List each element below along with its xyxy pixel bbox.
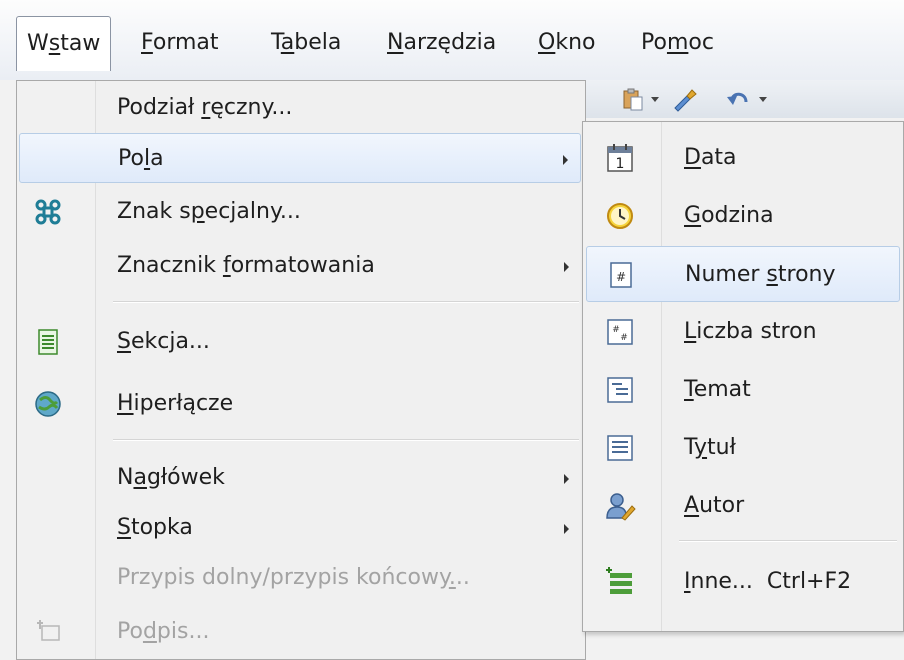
menu-item-section[interactable]: Sekcja... bbox=[19, 317, 581, 367]
page-number-icon: # bbox=[610, 262, 632, 288]
menu-item-label: Znacznik formatowania bbox=[117, 253, 375, 278]
menu-item-caption: Podpis... bbox=[19, 607, 581, 657]
svg-text:#: # bbox=[620, 333, 628, 343]
submenu-item-label: Tytuł bbox=[684, 435, 736, 460]
submenu-arrow-icon bbox=[564, 474, 569, 484]
menu-pomoc[interactable]: Pomoc bbox=[633, 16, 722, 70]
submenu-item-label: Liczba stron bbox=[684, 319, 817, 344]
submenu-item-page-number[interactable]: # Numer strony bbox=[586, 246, 900, 302]
paste-icon[interactable] bbox=[620, 86, 646, 112]
menu-item-formatting-mark[interactable]: Znacznik formatowania bbox=[19, 241, 581, 291]
submenu-arrow-icon bbox=[564, 262, 569, 272]
menu-item-label: Znak specjalny... bbox=[117, 199, 301, 224]
svg-text:#: # bbox=[612, 325, 620, 335]
page-count-icon: # # bbox=[607, 319, 633, 345]
submenu-item-label: Numer strony bbox=[685, 262, 836, 287]
submenu-item-label: Autor bbox=[684, 493, 745, 518]
submenu-item-label: Inne... Ctrl+F2 bbox=[684, 569, 852, 594]
menu-item-label: Nagłówek bbox=[117, 465, 225, 490]
submenu-separator bbox=[679, 540, 897, 542]
menu-item-footer[interactable]: Stopka bbox=[19, 503, 581, 553]
subject-icon bbox=[607, 377, 633, 403]
menu-separator bbox=[113, 301, 579, 303]
toolbar bbox=[580, 80, 904, 118]
undo-dropdown-icon[interactable] bbox=[758, 96, 768, 104]
menu-item-special-character[interactable]: Znak specjalny... bbox=[19, 187, 581, 237]
menu-item-footnote-endnote: Przypis dolny/przypis końcowy... bbox=[19, 553, 581, 603]
clock-icon bbox=[607, 203, 633, 229]
submenu-item-title[interactable]: Tytuł bbox=[586, 420, 900, 476]
undo-icon[interactable] bbox=[726, 86, 752, 112]
menu-wstaw[interactable]: Wstaw bbox=[16, 16, 112, 71]
section-icon bbox=[38, 329, 58, 355]
svg-text:1: 1 bbox=[616, 156, 625, 172]
insert-menu: Podział ręczny... Pola Znak specjalny...… bbox=[16, 80, 586, 660]
submenu-item-author[interactable]: Autor bbox=[586, 478, 900, 534]
menu-narzedzia[interactable]: Narzędzia bbox=[379, 16, 504, 70]
menu-separator bbox=[113, 439, 579, 441]
menu-item-label: Sekcja... bbox=[117, 329, 210, 354]
menu-item-label: Przypis dolny/przypis końcowy... bbox=[117, 565, 470, 590]
shortcut-label: Ctrl+F2 bbox=[766, 569, 852, 594]
submenu-item-label: Temat bbox=[684, 377, 751, 402]
title-icon bbox=[607, 435, 633, 461]
author-icon bbox=[606, 493, 636, 521]
menu-format[interactable]: Format bbox=[133, 16, 227, 70]
submenu-item-page-count[interactable]: # # Liczba stron bbox=[586, 304, 900, 360]
menu-okno[interactable]: Okno bbox=[530, 16, 603, 70]
caption-icon bbox=[37, 620, 60, 641]
clone-formatting-icon[interactable] bbox=[672, 86, 698, 112]
special-character-icon bbox=[35, 199, 61, 225]
svg-text:#: # bbox=[616, 270, 626, 284]
submenu-item-label: Godzina bbox=[684, 203, 774, 228]
menu-item-header[interactable]: Nagłówek bbox=[19, 453, 581, 503]
menu-item-label: Hiperłącze bbox=[117, 391, 234, 416]
menu-item-fields[interactable]: Pola bbox=[19, 133, 581, 183]
submenu-item-label: Data bbox=[684, 145, 737, 170]
more-fields-icon bbox=[606, 567, 632, 594]
submenu-item-date[interactable]: 1 Data bbox=[586, 130, 900, 186]
calendar-icon: 1 bbox=[607, 144, 633, 172]
submenu-item-time[interactable]: Godzina bbox=[586, 188, 900, 244]
fields-submenu: 1 Data Godzina # Numer strony # # Liczba… bbox=[582, 121, 904, 632]
submenu-item-more-fields[interactable]: Inne... Ctrl+F2 bbox=[586, 554, 900, 610]
menu-item-label: Stopka bbox=[117, 515, 193, 540]
menu-bar: Wstaw Format Tabela Narzędzia Okno Pomoc bbox=[0, 0, 904, 80]
submenu-arrow-icon bbox=[564, 524, 569, 534]
menu-item-label: Pola bbox=[118, 146, 164, 171]
hyperlink-icon bbox=[35, 391, 61, 417]
submenu-arrow-icon bbox=[563, 155, 568, 165]
menu-item-label: Podpis... bbox=[117, 619, 210, 644]
menu-item-label: Podział ręczny... bbox=[117, 95, 293, 120]
menu-item-manual-break[interactable]: Podział ręczny... bbox=[19, 83, 581, 133]
menu-item-hyperlink[interactable]: Hiperłącze bbox=[19, 379, 581, 429]
submenu-item-subject[interactable]: Temat bbox=[586, 362, 900, 418]
menu-tabela[interactable]: Tabela bbox=[263, 16, 349, 70]
paste-dropdown-icon[interactable] bbox=[650, 96, 660, 104]
